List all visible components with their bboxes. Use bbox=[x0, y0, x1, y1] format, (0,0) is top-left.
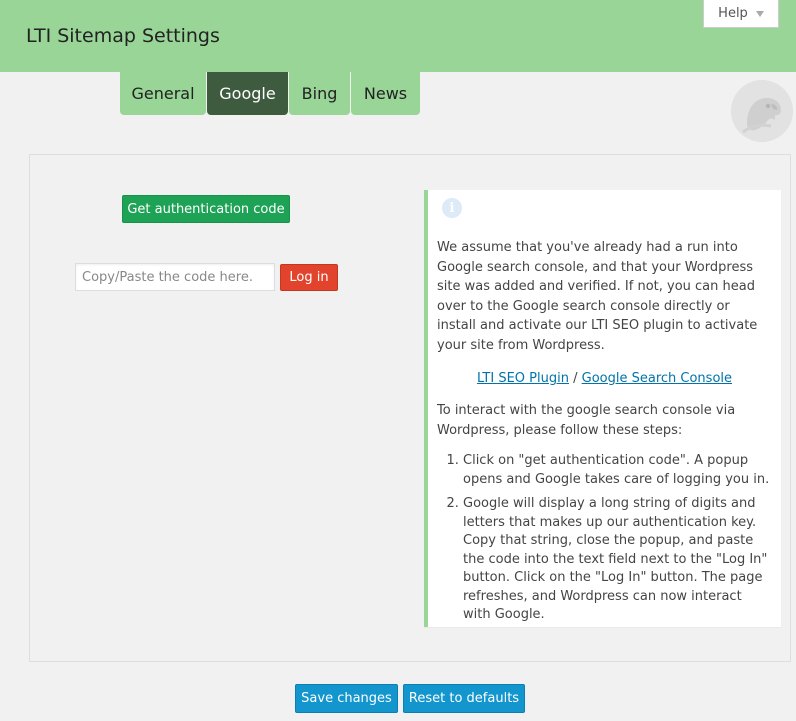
parrot-logo-icon bbox=[731, 80, 793, 142]
info-paragraph-steps-intro: To interact with the google search conso… bbox=[437, 403, 736, 438]
info-icon: i bbox=[442, 198, 462, 218]
tab-bing-label: Bing bbox=[301, 84, 338, 103]
info-notice: i We assume that you've already had a ru… bbox=[424, 190, 781, 627]
settings-tabs: General Google Bing News bbox=[120, 72, 420, 115]
page-title: LTI Sitemap Settings bbox=[26, 25, 220, 47]
tab-google-label: Google bbox=[219, 84, 276, 103]
caret-down-icon bbox=[755, 10, 764, 17]
list-item: Click on "get authentication code". A po… bbox=[463, 452, 772, 489]
info-paragraph-intro: We assume that you've already had a run … bbox=[437, 240, 758, 353]
tab-general[interactable]: General bbox=[120, 72, 206, 115]
tab-news-label: News bbox=[363, 84, 408, 103]
info-links: LTI SEO Plugin / Google Search Console bbox=[437, 369, 772, 388]
tab-bing[interactable]: Bing bbox=[289, 72, 350, 115]
auth-code-input[interactable] bbox=[75, 263, 275, 291]
tab-general-label: General bbox=[131, 84, 195, 103]
steps-list: Click on "get authentication code". A po… bbox=[437, 452, 772, 631]
lti-seo-plugin-link[interactable]: LTI SEO Plugin bbox=[477, 371, 569, 386]
tab-news[interactable]: News bbox=[351, 72, 420, 115]
page-header: LTI Sitemap Settings bbox=[0, 0, 796, 72]
save-changes-button[interactable]: Save changes bbox=[295, 684, 398, 713]
list-item: Google will display a long string of dig… bbox=[463, 495, 772, 625]
link-separator: / bbox=[573, 371, 578, 386]
log-in-button[interactable]: Log in bbox=[280, 264, 338, 291]
tab-google[interactable]: Google bbox=[207, 72, 288, 115]
get-authentication-code-button[interactable]: Get authentication code bbox=[122, 195, 290, 223]
help-tab-button[interactable]: Help bbox=[703, 0, 779, 28]
help-label: Help bbox=[718, 6, 748, 21]
reset-to-defaults-button[interactable]: Reset to defaults bbox=[403, 684, 525, 713]
google-search-console-link[interactable]: Google Search Console bbox=[582, 371, 732, 386]
